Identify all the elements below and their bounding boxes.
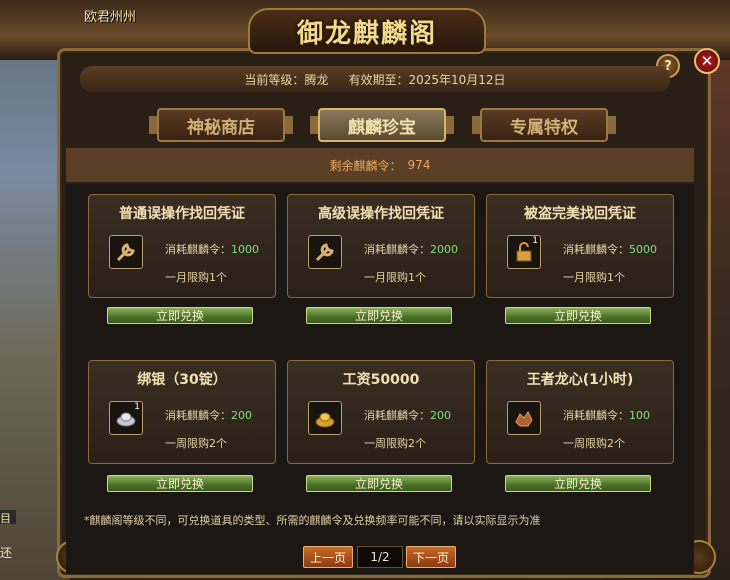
item-title: 被盗完美找回凭证 [524,206,636,222]
level-label: 当前等级： [244,72,305,87]
item-limit: 一月限购1个 [165,271,227,284]
expiry-info: 有效期至：2025年10月12日 [348,71,505,88]
redeem-button[interactable]: 立即兑换 [306,475,452,492]
tab-label: 专属特权 [510,117,578,138]
level-value: 腾龙 [304,72,329,87]
cost-label: 消耗麒麟令： [563,243,629,256]
disclaimer-note: *麒麟阁等级不同，可兑换道具的类型、所需的麒麟令及兑换频率可能不同，请以实际显示… [84,514,541,527]
remaining-label: 剩余麒麟令： [329,158,402,173]
tab-label: 神秘商店 [187,117,255,138]
tab-mystery-shop[interactable]: 神秘商店 [149,108,293,142]
item-card: 绑银（30锭） 1 消耗麒麟令：200 一周限购2个 [88,360,276,464]
item-card: 高级误操作找回凭证 消耗麒麟令：2000 一月限购1个 [287,194,475,298]
item-cost: 消耗麒麟令：1000 [165,241,259,257]
cost-label: 消耗麒麟令： [165,243,231,256]
redeem-button[interactable]: 立即兑换 [505,475,651,492]
cost-label: 消耗麒麟令： [165,409,231,422]
tab-qilin-treasure[interactable]: 麒麟珍宝 [310,108,454,142]
item-title: 绑银（30锭） [137,372,227,388]
cost-value: 5000 [629,243,657,256]
item-card: 普通误操作找回凭证 消耗麒麟令：1000 一月限购1个 [88,194,276,298]
item-title: 工资50000 [342,372,420,388]
item-quantity: 1 [134,402,140,412]
level-info: 当前等级：腾龙 [244,71,328,88]
window-title: 御龙麒麟阁 [296,18,437,49]
window-title-banner: 御龙麒麟阁 [248,8,486,54]
item-limit: 一周限购2个 [165,437,227,450]
cost-label: 消耗麒麟令： [364,243,430,256]
item-title: 王者龙心(1小时) [526,372,634,388]
silver-ingot-icon[interactable]: 1 [109,401,143,435]
item-limit: 一月限购1个 [563,271,625,284]
next-page-button[interactable]: 下一页 [406,546,456,568]
page-indicator: 1/2 [357,546,403,568]
item-limit: 一月限购1个 [364,271,426,284]
item-title: 普通误操作找回凭证 [119,206,245,222]
item-cost: 消耗麒麟令：100 [563,407,650,423]
item-limit: 一周限购2个 [364,437,426,450]
item-cost: 消耗麒麟令：5000 [563,241,657,257]
item-title: 高级误操作找回凭证 [318,206,444,222]
redeem-button[interactable]: 立即兑换 [107,475,253,492]
cost-value: 2000 [430,243,458,256]
remaining-tokens-bar: 剩余麒麟令： 974 [66,148,694,182]
item-cost: 消耗麒麟令：200 [165,407,252,423]
close-button[interactable]: ✕ [694,48,720,74]
background-edge-text: 目 [0,510,16,525]
remaining-value: 974 [407,158,431,172]
wrench-icon[interactable] [308,235,342,269]
item-card: 工资50000 消耗麒麟令：200 一周限购2个 [287,360,475,464]
redeem-button[interactable]: 立即兑换 [505,307,651,324]
dragon-heart-icon[interactable] [507,401,541,435]
redeem-button[interactable]: 立即兑换 [306,307,452,324]
item-quantity: 1 [532,236,538,246]
level-info-bar: 当前等级：腾龙 有效期至：2025年10月12日 [80,66,670,92]
player-name: 欧君州州 [84,10,137,25]
item-card: 被盗完美找回凭证 1 消耗麒麟令：5000 一月限购1个 [486,194,674,298]
background-edge-text: 还 [0,546,13,560]
padlock-icon[interactable]: 1 [507,235,541,269]
close-icon: ✕ [700,52,714,70]
prev-page-button[interactable]: 上一页 [303,546,353,568]
cost-value: 200 [430,409,451,422]
tab-exclusive-privilege[interactable]: 专属特权 [472,108,616,142]
wrench-icon[interactable] [109,235,143,269]
item-limit: 一周限购2个 [563,437,625,450]
cost-label: 消耗麒麟令： [364,409,430,422]
item-cost: 消耗麒麟令：2000 [364,241,458,257]
cost-value: 200 [231,409,252,422]
expiry-value: 2025年10月12日 [408,72,506,87]
item-card: 王者龙心(1小时) 消耗麒麟令：100 一周限购2个 [486,360,674,464]
cost-value: 100 [629,409,650,422]
expiry-label: 有效期至： [348,72,409,87]
redeem-button[interactable]: 立即兑换 [107,307,253,324]
gold-ingot-icon[interactable] [308,401,342,435]
cost-label: 消耗麒麟令： [563,409,629,422]
cost-value: 1000 [231,243,259,256]
tab-label: 麒麟珍宝 [348,117,416,138]
item-cost: 消耗麒麟令：200 [364,407,451,423]
